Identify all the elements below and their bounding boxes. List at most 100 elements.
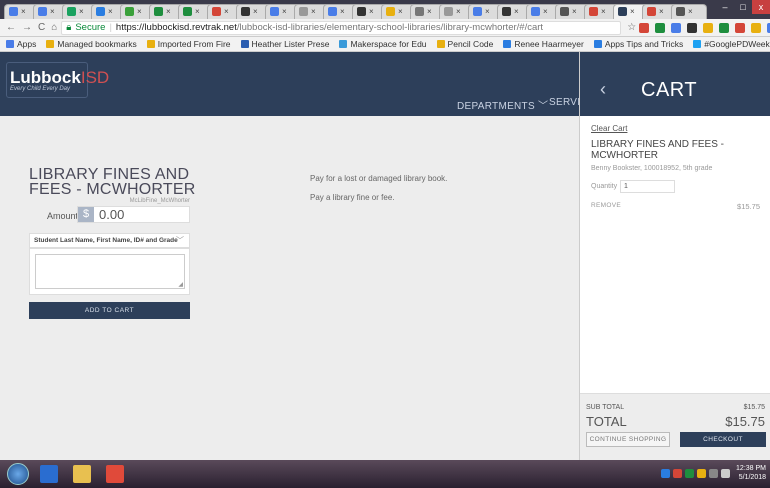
bookmark-item[interactable]: Managed bookmarks — [46, 39, 137, 49]
close-tab-icon[interactable]: × — [514, 7, 519, 16]
bookmark-item[interactable]: Pencil Code — [436, 39, 494, 49]
url-path: /lubbock-isd-libraries/elementary-school… — [236, 22, 544, 33]
quantity-label: Quantity — [591, 183, 618, 190]
close-tab-icon[interactable]: × — [601, 7, 606, 16]
extension-icon[interactable] — [687, 22, 698, 33]
windows-media-icon[interactable] — [40, 465, 58, 483]
resize-grip-icon[interactable]: ◢ — [178, 281, 183, 288]
bookmark-item[interactable]: #GooglePDWeek to — [693, 39, 770, 49]
close-tab-icon[interactable]: × — [79, 7, 84, 16]
close-tab-icon[interactable]: × — [630, 7, 635, 16]
bookmark-icon — [593, 40, 602, 48]
forward-arrow-icon[interactable]: → — [22, 22, 32, 33]
clear-cart-link[interactable]: Clear Cart — [591, 124, 627, 133]
chrome-icon[interactable] — [106, 465, 124, 483]
chevron-left-icon[interactable]: ‹ — [600, 79, 606, 100]
bookmark-item[interactable]: Apps Tips and Tricks — [593, 39, 683, 49]
chevron-down-icon[interactable]: ﹀ — [176, 234, 184, 247]
folder-icon[interactable] — [73, 465, 91, 483]
close-tab-icon[interactable]: × — [456, 7, 461, 16]
extension-icon[interactable] — [639, 22, 650, 33]
bookmark-item[interactable]: Makerspace for Edu — [339, 39, 427, 49]
close-tab-icon[interactable]: × — [137, 7, 142, 16]
extension-icons — [636, 22, 770, 33]
add-to-cart-button[interactable]: ADD TO CART — [29, 302, 190, 319]
close-tab-icon[interactable]: × — [659, 7, 664, 16]
student-field-header[interactable]: Student Last Name, First Name, ID# and G… — [29, 233, 190, 248]
student-info-textarea[interactable]: ◢ — [35, 254, 185, 289]
bookmark-item[interactable]: Apps — [6, 39, 36, 49]
home-icon[interactable]: ⌂ — [51, 22, 57, 33]
close-tab-icon[interactable]: × — [688, 7, 693, 16]
docs-icon — [9, 7, 18, 17]
extension-icon[interactable] — [751, 22, 762, 33]
sheets-icon — [183, 7, 192, 17]
close-tab-icon[interactable]: × — [224, 7, 229, 16]
close-tab-icon[interactable]: × — [543, 7, 548, 16]
bookmark-item[interactable]: Imported From Fire — [146, 39, 231, 49]
close-tab-icon[interactable]: × — [485, 7, 490, 16]
da-icon — [618, 7, 627, 17]
bookmark-label: Heather Lister Prese — [251, 39, 330, 49]
calculator-icon — [270, 7, 279, 17]
close-tab-icon[interactable]: × — [50, 7, 55, 16]
bookmark-label: Renee Haarmeyer — [514, 39, 584, 49]
tray-icon[interactable] — [709, 469, 718, 478]
back-arrow-icon[interactable]: ← — [6, 22, 16, 33]
reload-icon[interactable]: C — [38, 22, 45, 33]
address-bar-row: ← → C ⌂ 🔒︎ Secure | https://lubbockisd.r… — [0, 19, 770, 37]
nav-departments[interactable]: DEPARTMENTS ﹀ — [457, 97, 548, 112]
system-clock[interactable]: 12:38 PM 5/1/2018 — [736, 464, 766, 482]
close-tab-icon[interactable]: × — [253, 7, 258, 16]
extension-icon[interactable] — [655, 22, 666, 33]
classroom-icon — [96, 7, 105, 17]
close-tab-icon[interactable]: × — [369, 7, 374, 16]
browser-tab[interactable]: × — [671, 4, 707, 19]
remove-item-link[interactable]: REMOVE — [591, 202, 621, 209]
os-taskbar: 12:38 PM 5/1/2018 — [0, 460, 770, 488]
close-tab-icon[interactable]: × — [195, 7, 200, 16]
amount-input[interactable]: 0.00 — [94, 207, 124, 222]
close-tab-icon[interactable]: × — [340, 7, 345, 16]
extension-icon[interactable] — [671, 22, 682, 33]
extension-icon[interactable] — [719, 22, 730, 33]
close-tab-icon[interactable]: × — [108, 7, 113, 16]
bookmark-item[interactable]: Heather Lister Prese — [240, 39, 330, 49]
tray-icon[interactable] — [685, 469, 694, 478]
cart-panel: ‹ CART Clear Cart LIBRARY FINES AND FEES… — [579, 52, 770, 460]
cart-item-title: LIBRARY FINES AND FEES - MCWHORTER — [591, 139, 725, 161]
close-tab-icon[interactable]: × — [427, 7, 432, 16]
checkout-button[interactable]: CHECKOUT — [680, 432, 766, 447]
bookmark-item[interactable]: Renee Haarmeyer — [503, 39, 584, 49]
close-tab-icon[interactable]: × — [311, 7, 316, 16]
maximize-button[interactable]: □ — [734, 0, 752, 14]
close-tab-icon[interactable]: × — [398, 7, 403, 16]
nav-services[interactable]: SERVICES — [549, 97, 579, 108]
url-input[interactable]: 🔒︎ Secure | https://lubbockisd.revtrak.n… — [61, 20, 622, 35]
bookmark-label: Pencil Code — [447, 39, 494, 49]
amount-field[interactable]: $ 0.00 — [77, 206, 190, 223]
bb-icon — [357, 7, 366, 17]
close-tab-icon[interactable]: × — [572, 7, 577, 16]
extension-icon[interactable] — [735, 22, 746, 33]
star-icon[interactable]: ☆ — [627, 22, 636, 33]
extension-icon[interactable] — [703, 22, 714, 33]
continue-shopping-button[interactable]: CONTINUE SHOPPING — [586, 432, 670, 447]
close-tab-icon[interactable]: × — [166, 7, 171, 16]
close-tab-icon[interactable]: × — [21, 7, 26, 16]
tray-icon[interactable] — [697, 469, 706, 478]
total-value: $15.75 — [725, 414, 765, 429]
close-tab-icon[interactable]: × — [282, 7, 287, 16]
minimize-button[interactable]: – — [716, 0, 734, 14]
tray-icon[interactable] — [673, 469, 682, 478]
tray-icon[interactable] — [721, 469, 730, 478]
site-logo[interactable]: LubbockISD Every Child Every Day — [10, 68, 109, 92]
plus-icon — [415, 7, 424, 17]
quantity-input[interactable]: 1 — [620, 180, 675, 193]
windows-start-icon[interactable] — [7, 463, 29, 485]
close-window-button[interactable]: x — [752, 0, 770, 14]
gmail-icon — [212, 7, 221, 17]
clock-time: 12:38 PM — [736, 465, 766, 472]
tray-icon[interactable] — [661, 469, 670, 478]
page-icon — [299, 7, 308, 17]
